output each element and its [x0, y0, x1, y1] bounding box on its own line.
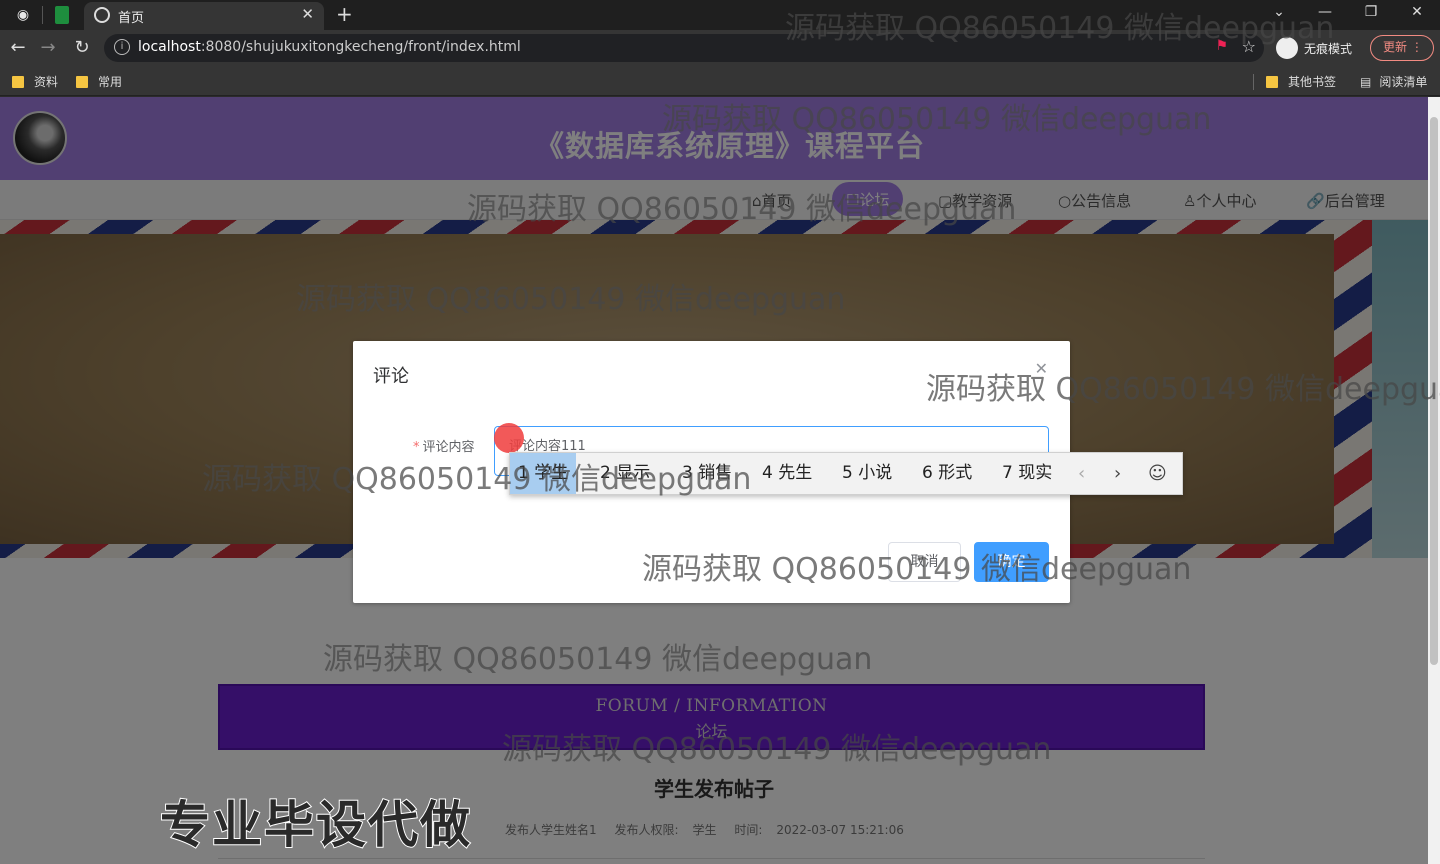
- reading-list[interactable]: ▤ 阅读清单: [1360, 73, 1427, 90]
- close-window-icon[interactable]: ✕: [1394, 0, 1440, 30]
- info-icon[interactable]: i: [114, 39, 130, 55]
- click-indicator: [494, 423, 524, 453]
- required-mark: *: [413, 440, 420, 455]
- restore-icon[interactable]: ❐: [1348, 0, 1394, 30]
- ime-candidate[interactable]: 5 小说: [834, 453, 900, 494]
- bookmark-folder[interactable]: 其他书签: [1266, 73, 1336, 90]
- url-host: localhost: [138, 39, 201, 55]
- bookmark-label: 常用: [98, 75, 123, 89]
- confirm-button[interactable]: 确定: [974, 542, 1049, 582]
- ime-candidate-bar: 1 学生 2 显示 3 销售 4 先生 5 小说 6 形式 7 现实 ‹ › ☺: [509, 452, 1183, 495]
- bookmark-label: 资料: [34, 75, 59, 89]
- blocked-icon[interactable]: ⚑: [1215, 38, 1228, 54]
- dialog-title: 评论: [373, 366, 409, 387]
- back-icon[interactable]: ←: [6, 36, 30, 60]
- chevron-down-icon[interactable]: ⌄: [1256, 0, 1302, 30]
- url-text: localhost:8080/shujukuxitongkecheng/fron…: [138, 39, 521, 55]
- minimize-icon[interactable]: —: [1302, 0, 1348, 30]
- address-bar-row: ← → ↻ i localhost:8080/shujukuxitongkech…: [0, 30, 1440, 66]
- star-icon[interactable]: ☆: [1242, 37, 1256, 56]
- page-scrollbar[interactable]: [1428, 97, 1440, 864]
- ime-candidate[interactable]: 3 销售: [674, 453, 740, 494]
- ime-candidate[interactable]: 2 显示: [592, 453, 658, 494]
- sheet-icon[interactable]: [55, 6, 69, 24]
- folder-icon: [12, 75, 24, 88]
- folder-icon: [76, 75, 88, 88]
- bookmark-folder[interactable]: 常用: [76, 73, 122, 90]
- close-icon[interactable]: ✕: [301, 5, 314, 23]
- cancel-button[interactable]: 取消: [888, 542, 961, 582]
- new-tab-button[interactable]: +: [336, 2, 353, 26]
- globe-icon[interactable]: ◉: [14, 6, 32, 24]
- bookmark-label: 其他书签: [1288, 75, 1337, 89]
- tab-divider: [42, 6, 43, 24]
- update-button[interactable]: 更新 ⋮: [1370, 35, 1434, 61]
- browser-tab-active[interactable]: 首页 ✕: [84, 2, 324, 30]
- promo-banner-text: 专业毕设代做: [159, 795, 472, 855]
- emoji-icon[interactable]: ☺: [1148, 453, 1167, 494]
- ime-candidate[interactable]: 7 现实: [994, 453, 1060, 494]
- folder-icon: [1266, 75, 1278, 88]
- ime-candidate[interactable]: 4 先生: [754, 453, 820, 494]
- incognito-indicator[interactable]: 无痕模式: [1276, 36, 1352, 60]
- chevron-left-icon[interactable]: ‹: [1078, 453, 1085, 494]
- comment-label-text: 评论内容: [422, 440, 475, 455]
- scroll-thumb[interactable]: [1430, 117, 1438, 665]
- ime-candidate[interactable]: 6 形式: [914, 453, 980, 494]
- close-icon[interactable]: ✕: [1035, 359, 1048, 378]
- browser-tab-bar: ◉ 首页 ✕ + ⌄ — ❐ ✕: [0, 0, 1440, 30]
- reload-icon[interactable]: ↻: [70, 36, 94, 60]
- update-label: 更新: [1383, 40, 1408, 54]
- incognito-label: 无痕模式: [1304, 41, 1353, 56]
- bookmark-label: 阅读清单: [1379, 75, 1428, 89]
- ime-candidate[interactable]: 1 学生: [510, 453, 577, 494]
- url-field[interactable]: i localhost:8080/shujukuxitongkecheng/fr…: [104, 34, 1264, 62]
- window-controls: ⌄ — ❐ ✕: [1256, 0, 1440, 30]
- bookmark-divider: [1253, 74, 1254, 90]
- incognito-icon: [1276, 37, 1298, 59]
- comment-label: * 评论内容: [413, 436, 475, 455]
- bookmarks-bar: 资料 常用 其他书签 ▤ 阅读清单: [0, 66, 1440, 96]
- chevron-right-icon[interactable]: ›: [1114, 453, 1121, 494]
- bookmark-folder[interactable]: 资料: [12, 73, 58, 90]
- forward-icon[interactable]: →: [36, 36, 60, 60]
- globe-icon: [94, 7, 110, 23]
- tab-title: 首页: [118, 11, 145, 26]
- url-path: :8080/shujukuxitongkecheng/front/index.h…: [200, 39, 521, 55]
- reading-list-icon: ▤: [1360, 74, 1372, 89]
